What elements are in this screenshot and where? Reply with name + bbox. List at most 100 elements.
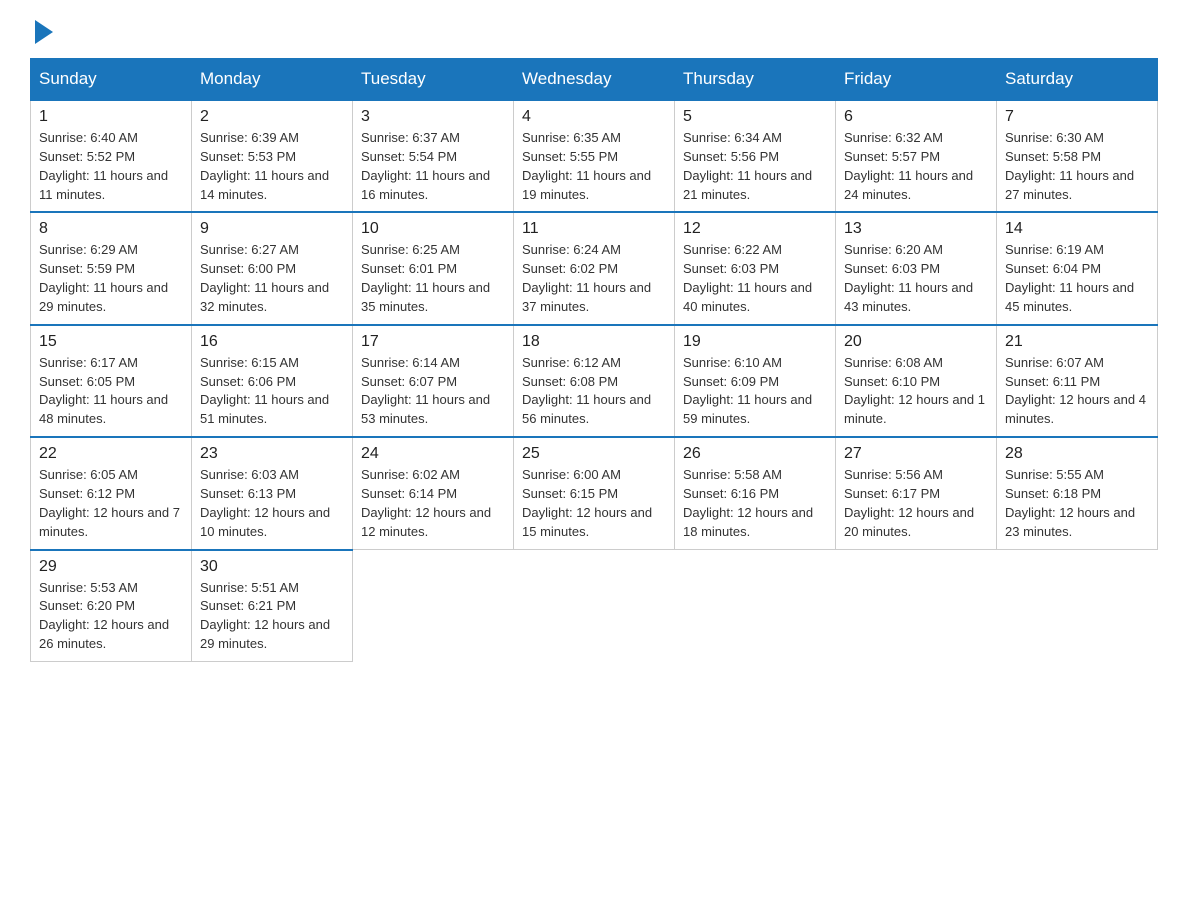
day-cell-5: 5 Sunrise: 6:34 AMSunset: 5:56 PMDaylight… — [675, 100, 836, 212]
day-number: 27 — [844, 445, 988, 463]
day-cell-23: 23 Sunrise: 6:03 AMSunset: 6:13 PMDayligh… — [192, 437, 353, 549]
day-info: Sunrise: 6:20 AMSunset: 6:03 PMDaylight:… — [844, 241, 988, 316]
day-info: Sunrise: 6:03 AMSunset: 6:13 PMDaylight:… — [200, 466, 344, 541]
day-number: 26 — [683, 445, 827, 463]
day-cell-28: 28 Sunrise: 5:55 AMSunset: 6:18 PMDayligh… — [997, 437, 1158, 549]
day-cell-30: 30 Sunrise: 5:51 AMSunset: 6:21 PMDayligh… — [192, 550, 353, 662]
week-row-1: 1Sunrise: 6:40 AMSunset: 5:52 PMDaylight… — [31, 100, 1158, 212]
day-number: 25 — [522, 445, 666, 463]
day-header-tuesday: Tuesday — [353, 59, 514, 101]
day-cell-3: 3 Sunrise: 6:37 AMSunset: 5:54 PMDaylight… — [353, 100, 514, 212]
calendar-table: SundayMondayTuesdayWednesdayThursdayFrid… — [30, 58, 1158, 662]
day-number: 23 — [200, 445, 344, 463]
day-info: Sunrise: 5:55 AMSunset: 6:18 PMDaylight:… — [1005, 466, 1149, 541]
day-cell-27: 27Sunrise: 5:56 AMSunset: 6:17 PMDayligh… — [836, 437, 997, 549]
day-cell-16: 16 Sunrise: 6:15 AMSunset: 6:06 PMDayligh… — [192, 325, 353, 437]
day-info: Sunrise: 6:02 AMSunset: 6:14 PMDaylight:… — [361, 466, 505, 541]
day-cell-20: 20 Sunrise: 6:08 AMSunset: 6:10 PMDayligh… — [836, 325, 997, 437]
day-number: 9 — [200, 220, 344, 238]
day-cell-13: 13 Sunrise: 6:20 AMSunset: 6:03 PMDayligh… — [836, 212, 997, 324]
day-info: Sunrise: 6:40 AMSunset: 5:52 PMDaylight:… — [39, 129, 183, 204]
day-cell-9: 9 Sunrise: 6:27 AMSunset: 6:00 PMDaylight… — [192, 212, 353, 324]
day-info: Sunrise: 6:39 AMSunset: 5:53 PMDaylight:… — [200, 129, 344, 204]
day-info: Sunrise: 6:08 AMSunset: 6:10 PMDaylight:… — [844, 354, 988, 429]
day-header-sunday: Sunday — [31, 59, 192, 101]
day-cell-7: 7 Sunrise: 6:30 AMSunset: 5:58 PMDaylight… — [997, 100, 1158, 212]
day-info: Sunrise: 6:07 AMSunset: 6:11 PMDaylight:… — [1005, 354, 1149, 429]
empty-cell — [514, 550, 675, 662]
day-number: 4 — [522, 108, 666, 126]
day-number: 2 — [200, 108, 344, 126]
day-cell-12: 12 Sunrise: 6:22 AMSunset: 6:03 PMDayligh… — [675, 212, 836, 324]
day-number: 10 — [361, 220, 505, 238]
day-info: Sunrise: 6:17 AMSunset: 6:05 PMDaylight:… — [39, 354, 183, 429]
day-info: Sunrise: 6:27 AMSunset: 6:00 PMDaylight:… — [200, 241, 344, 316]
day-number: 14 — [1005, 220, 1149, 238]
day-cell-1: 1Sunrise: 6:40 AMSunset: 5:52 PMDaylight… — [31, 100, 192, 212]
logo — [30, 20, 53, 40]
day-cell-4: 4 Sunrise: 6:35 AMSunset: 5:55 PMDaylight… — [514, 100, 675, 212]
day-info: Sunrise: 6:24 AMSunset: 6:02 PMDaylight:… — [522, 241, 666, 316]
day-info: Sunrise: 6:05 AMSunset: 6:12 PMDaylight:… — [39, 466, 183, 541]
day-cell-2: 2 Sunrise: 6:39 AMSunset: 5:53 PMDaylight… — [192, 100, 353, 212]
day-number: 22 — [39, 445, 183, 463]
day-info: Sunrise: 5:53 AMSunset: 6:20 PMDaylight:… — [39, 579, 183, 654]
day-info: Sunrise: 6:32 AMSunset: 5:57 PMDaylight:… — [844, 129, 988, 204]
page-header — [30, 20, 1158, 40]
day-header-thursday: Thursday — [675, 59, 836, 101]
day-number: 13 — [844, 220, 988, 238]
day-cell-14: 14 Sunrise: 6:19 AMSunset: 6:04 PMDayligh… — [997, 212, 1158, 324]
day-info: Sunrise: 6:10 AMSunset: 6:09 PMDaylight:… — [683, 354, 827, 429]
day-number: 11 — [522, 220, 666, 238]
day-info: Sunrise: 5:51 AMSunset: 6:21 PMDaylight:… — [200, 579, 344, 654]
day-header-monday: Monday — [192, 59, 353, 101]
day-header-saturday: Saturday — [997, 59, 1158, 101]
empty-cell — [997, 550, 1158, 662]
day-number: 12 — [683, 220, 827, 238]
day-header-wednesday: Wednesday — [514, 59, 675, 101]
day-header-friday: Friday — [836, 59, 997, 101]
day-info: Sunrise: 6:25 AMSunset: 6:01 PMDaylight:… — [361, 241, 505, 316]
day-number: 28 — [1005, 445, 1149, 463]
day-cell-21: 21 Sunrise: 6:07 AMSunset: 6:11 PMDayligh… — [997, 325, 1158, 437]
day-cell-6: 6 Sunrise: 6:32 AMSunset: 5:57 PMDaylight… — [836, 100, 997, 212]
day-number: 21 — [1005, 333, 1149, 351]
day-number: 16 — [200, 333, 344, 351]
day-info: Sunrise: 6:12 AMSunset: 6:08 PMDaylight:… — [522, 354, 666, 429]
day-cell-26: 26 Sunrise: 5:58 AMSunset: 6:16 PMDayligh… — [675, 437, 836, 549]
day-number: 19 — [683, 333, 827, 351]
empty-cell — [353, 550, 514, 662]
day-cell-29: 29 Sunrise: 5:53 AMSunset: 6:20 PMDayligh… — [31, 550, 192, 662]
day-cell-17: 17Sunrise: 6:14 AMSunset: 6:07 PMDayligh… — [353, 325, 514, 437]
day-number: 5 — [683, 108, 827, 126]
day-number: 18 — [522, 333, 666, 351]
day-number: 24 — [361, 445, 505, 463]
day-cell-8: 8Sunrise: 6:29 AMSunset: 5:59 PMDaylight… — [31, 212, 192, 324]
day-info: Sunrise: 6:30 AMSunset: 5:58 PMDaylight:… — [1005, 129, 1149, 204]
day-cell-19: 19 Sunrise: 6:10 AMSunset: 6:09 PMDayligh… — [675, 325, 836, 437]
day-number: 15 — [39, 333, 183, 351]
day-info: Sunrise: 6:29 AMSunset: 5:59 PMDaylight:… — [39, 241, 183, 316]
day-number: 30 — [200, 558, 344, 576]
day-number: 3 — [361, 108, 505, 126]
day-number: 17 — [361, 333, 505, 351]
day-cell-18: 18 Sunrise: 6:12 AMSunset: 6:08 PMDayligh… — [514, 325, 675, 437]
empty-cell — [675, 550, 836, 662]
day-info: Sunrise: 6:19 AMSunset: 6:04 PMDaylight:… — [1005, 241, 1149, 316]
logo-arrow-icon — [35, 20, 53, 44]
day-cell-15: 15 Sunrise: 6:17 AMSunset: 6:05 PMDayligh… — [31, 325, 192, 437]
day-number: 7 — [1005, 108, 1149, 126]
day-info: Sunrise: 6:15 AMSunset: 6:06 PMDaylight:… — [200, 354, 344, 429]
day-info: Sunrise: 6:00 AMSunset: 6:15 PMDaylight:… — [522, 466, 666, 541]
day-info: Sunrise: 6:37 AMSunset: 5:54 PMDaylight:… — [361, 129, 505, 204]
day-info: Sunrise: 6:35 AMSunset: 5:55 PMDaylight:… — [522, 129, 666, 204]
day-number: 20 — [844, 333, 988, 351]
day-number: 6 — [844, 108, 988, 126]
day-info: Sunrise: 6:22 AMSunset: 6:03 PMDaylight:… — [683, 241, 827, 316]
day-number: 29 — [39, 558, 183, 576]
week-row-2: 8Sunrise: 6:29 AMSunset: 5:59 PMDaylight… — [31, 212, 1158, 324]
day-info: Sunrise: 6:34 AMSunset: 5:56 PMDaylight:… — [683, 129, 827, 204]
day-cell-10: 10 Sunrise: 6:25 AMSunset: 6:01 PMDayligh… — [353, 212, 514, 324]
day-info: Sunrise: 5:58 AMSunset: 6:16 PMDaylight:… — [683, 466, 827, 541]
day-cell-24: 24 Sunrise: 6:02 AMSunset: 6:14 PMDayligh… — [353, 437, 514, 549]
